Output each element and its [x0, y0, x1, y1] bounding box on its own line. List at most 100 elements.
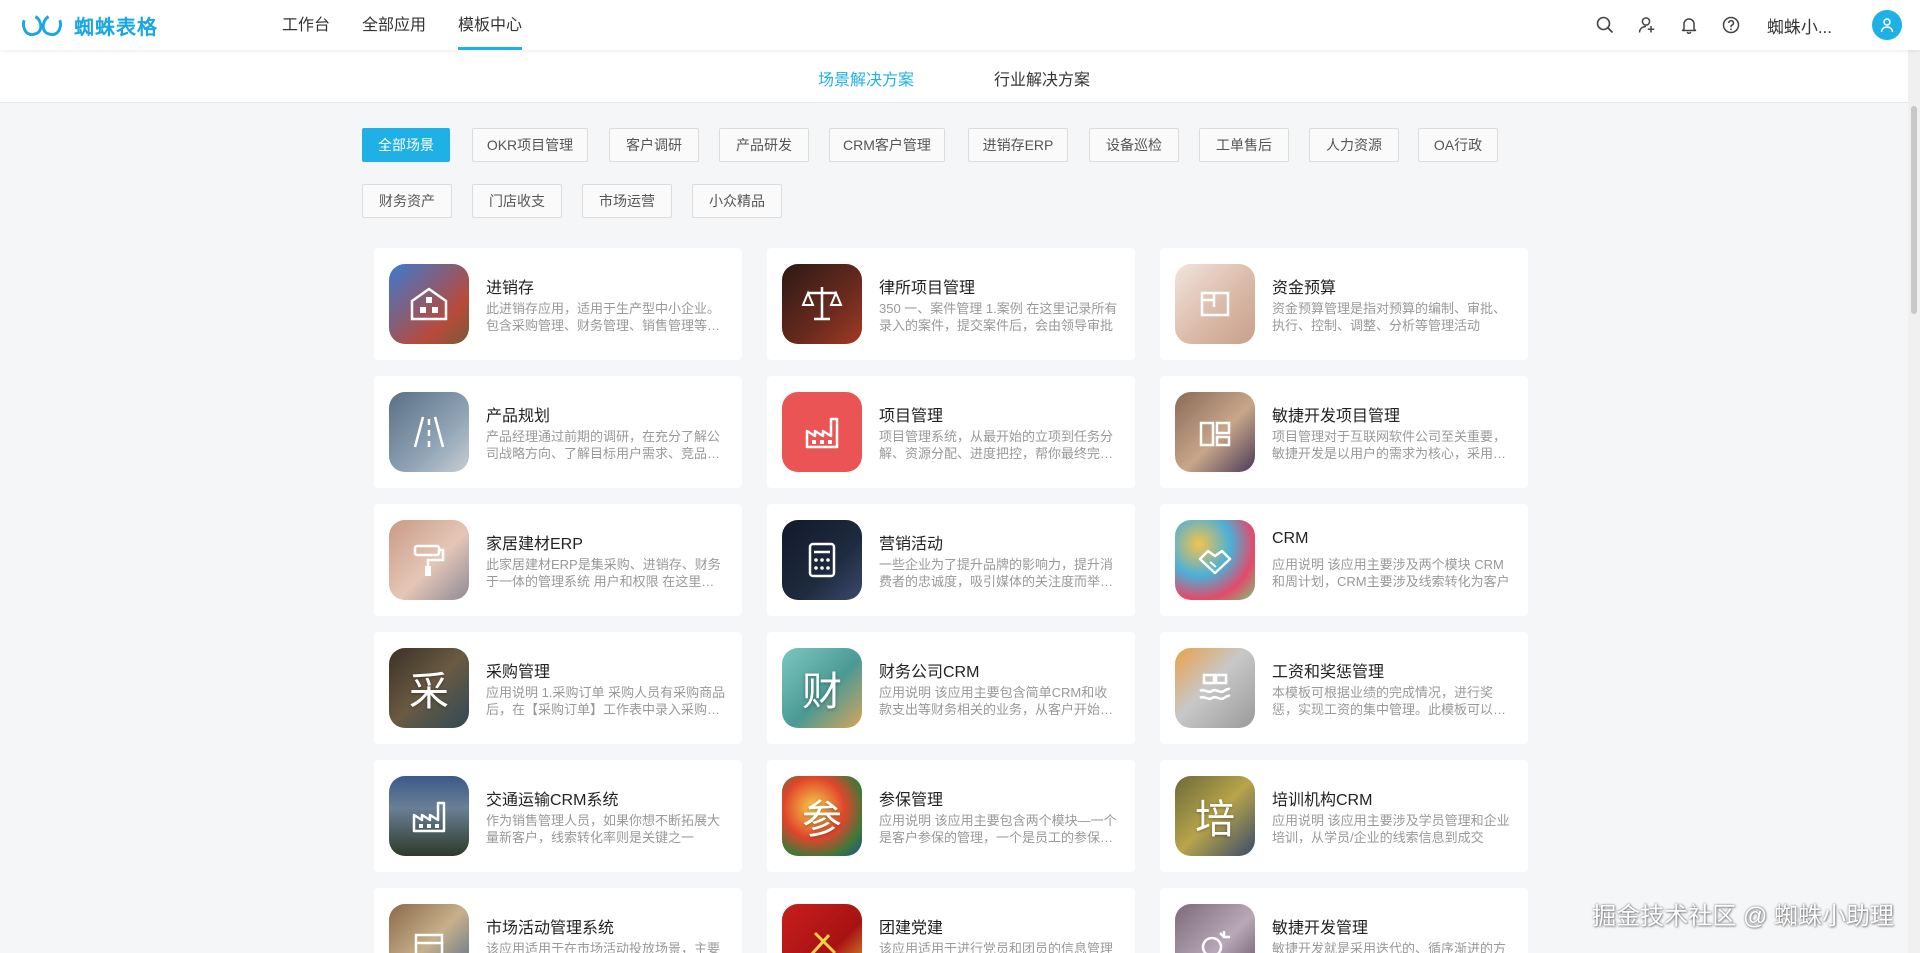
- template-description: 应用说明 该应用主要涉及学员管理和企业培训，从学员/企业的线索信息到成交: [1272, 813, 1510, 845]
- template-card[interactable]: 培 培训机构CRM 应用说明 该应用主要涉及学员管理和企业培训，从学员/企业的线…: [1160, 760, 1528, 872]
- nav-all-apps[interactable]: 全部应用: [362, 0, 426, 50]
- template-title: 敏捷开发项目管理: [1272, 408, 1401, 425]
- template-description: 敏捷开发就是采用迭代的、循序渐进的方法进行软件开发: [1272, 941, 1507, 953]
- filter-chip[interactable]: OA行政: [1418, 128, 1498, 162]
- template-description: 此家居建材ERP是集采购、进销存、财务于一体的管理系统 用户和权限 在这里管理: [486, 557, 721, 592]
- template-card[interactable]: 项目管理 项目管理系统，从最开始的立项到任务分解、资源分配、进度把控，帮你最终完…: [767, 376, 1135, 488]
- template-card[interactable]: 敏捷开发管理 敏捷开发就是采用迭代的、循序渐进的方法进行软件开发: [1160, 888, 1528, 953]
- road-icon: [389, 392, 469, 472]
- template-card[interactable]: 家居建材ERP 此家居建材ERP是集采购、进销存、财务于一体的管理系统 用户和权…: [374, 504, 742, 616]
- filter-chip[interactable]: 小众精品: [692, 184, 782, 218]
- purchase-glyph-icon: 采: [389, 648, 469, 728]
- filter-chip[interactable]: 全部场景: [362, 128, 450, 162]
- factory-icon: [782, 392, 862, 472]
- help-icon[interactable]: [1721, 15, 1741, 35]
- template-title: 工资和奖惩管理: [1272, 664, 1385, 681]
- template-description: 作为销售管理人员，如果你想不断拓展大量新客户，线索转化率则是关键之一: [486, 813, 721, 845]
- template-card[interactable]: 市场活动管理系统 该应用适用于在市场活动投放场景，主要用于管理市场活动: [374, 888, 742, 953]
- template-title: 产品规划: [486, 408, 551, 425]
- agile-dev-icon: [1175, 904, 1255, 953]
- template-title: 敏捷开发管理: [1272, 920, 1369, 937]
- filter-chip[interactable]: 产品研发: [719, 128, 809, 162]
- template-description: 该应用适用于进行党员和团员的信息管理: [879, 941, 1114, 953]
- filter-chip[interactable]: 进销存ERP: [968, 128, 1068, 162]
- template-title: 团建党建: [879, 920, 944, 937]
- username[interactable]: 蜘蛛小...: [1767, 13, 1832, 38]
- handshake-icon: [1175, 520, 1255, 600]
- template-card[interactable]: 财 财务公司CRM 应用说明 该应用主要包含简单CRM和收款支出等财务相关的业务…: [767, 632, 1135, 744]
- filter-chip[interactable]: 设备巡检: [1089, 128, 1179, 162]
- filter-chip[interactable]: 人力资源: [1309, 128, 1399, 162]
- template-title: 市场活动管理系统: [486, 920, 615, 937]
- scrollbar-thumb[interactable]: [1911, 106, 1917, 314]
- template-description: 一些企业为了提升品牌的影响力，提升消费者的忠诚度，吸引媒体的关注度而举办的活动: [879, 557, 1114, 592]
- template-card[interactable]: 营销活动 一些企业为了提升品牌的影响力，提升消费者的忠诚度，吸引媒体的关注度而举…: [767, 504, 1135, 616]
- template-description: 应用说明 该应用主要包含两个模块—一个是客户参保的管理，一个是员工的参保管理: [879, 813, 1117, 848]
- template-description: 应用说明 该应用主要涉及两个模块 CRM和周计划，CRM主要涉及线索转化为客户: [1272, 557, 1510, 589]
- market-icon: [389, 904, 469, 953]
- template-description: 产品经理通过前期的调研，在充分了解公司战略方向、了解目标用户需求、竞品情况后: [486, 429, 721, 464]
- page-scrollbar[interactable]: [1908, 50, 1920, 953]
- template-card[interactable]: 资金预算 资金预算管理是指对预算的编制、审批、执行、控制、调整、分析等管理活动: [1160, 248, 1528, 360]
- template-description: 此进销存应用，适用于生产型中小企业。包含采购管理、财务管理、销售管理等模块: [486, 301, 721, 336]
- template-card[interactable]: 交通运输CRM系统 作为销售管理人员，如果你想不断拓展大量新客户，线索转化率则是…: [374, 760, 742, 872]
- filter-chip[interactable]: 门店收支: [472, 184, 562, 218]
- logo-text: 蜘蛛表格: [74, 16, 158, 39]
- filter-chip[interactable]: 市场运营: [582, 184, 672, 218]
- template-card[interactable]: 参 参保管理 应用说明 该应用主要包含两个模块—一个是客户参保的管理，一个是员工…: [767, 760, 1135, 872]
- template-card[interactable]: 进销存 此进销存应用，适用于生产型中小企业。包含采购管理、财务管理、销售管理等模…: [374, 248, 742, 360]
- template-description: 应用说明 该应用主要包含简单CRM和收款支出等财务相关的业务，从客户开始管理: [879, 685, 1114, 720]
- agile-icon: [1175, 392, 1255, 472]
- add-user-icon[interactable]: [1637, 15, 1657, 35]
- template-card[interactable]: CRM 应用说明 该应用主要涉及两个模块 CRM和周计划，CRM主要涉及线索转化…: [1160, 504, 1528, 616]
- salary-icon: [1175, 648, 1255, 728]
- spider-logo-icon: [19, 11, 68, 39]
- template-card[interactable]: 团建党建 该应用适用于进行党员和团员的信息管理: [767, 888, 1135, 953]
- template-title: 培训机构CRM: [1272, 792, 1373, 809]
- budget-icon: [1175, 264, 1255, 344]
- template-description: 项目管理系统，从最开始的立项到任务分解、资源分配、进度把控，帮你最终完成项目: [879, 429, 1114, 464]
- bell-icon[interactable]: [1679, 15, 1699, 35]
- main-nav: 工作台 全部应用 模板中心: [282, 0, 523, 50]
- app-logo[interactable]: 蜘蛛表格: [19, 10, 158, 40]
- filter-chip[interactable]: OKR项目管理: [472, 128, 588, 162]
- nav-workbench[interactable]: 工作台: [282, 0, 330, 50]
- filter-chip[interactable]: 财务资产: [362, 184, 452, 218]
- template-card[interactable]: 产品规划 产品经理通过前期的调研，在充分了解公司战略方向、了解目标用户需求、竞品…: [374, 376, 742, 488]
- template-title: 资金预算: [1272, 280, 1337, 297]
- warehouse-icon: [389, 264, 469, 344]
- tab-industry-solutions[interactable]: 行业解决方案: [994, 66, 1090, 90]
- template-card[interactable]: 律所项目管理 350 一、案件管理 1.案例 在这里记录所有录入的案件，提交案件…: [767, 248, 1135, 360]
- template-title: 参保管理: [879, 792, 944, 809]
- paint-roller-icon: [389, 520, 469, 600]
- factory-icon: [389, 776, 469, 856]
- template-description: 350 一、案件管理 1.案例 在这里记录所有录入的案件，提交案件后，会由领导审…: [879, 301, 1118, 333]
- template-title: 律所项目管理: [879, 280, 976, 297]
- template-title: 财务公司CRM: [879, 664, 980, 681]
- user-avatar-icon[interactable]: [1872, 10, 1902, 40]
- filter-chip[interactable]: 工单售后: [1199, 128, 1289, 162]
- template-description: 资金预算管理是指对预算的编制、审批、执行、控制、调整、分析等管理活动: [1272, 301, 1507, 333]
- filter-chip[interactable]: 客户调研: [609, 128, 699, 162]
- insurance-glyph-icon: 参: [782, 776, 862, 856]
- finance-glyph-icon: 财: [782, 648, 862, 728]
- template-title: 进销存: [486, 280, 535, 297]
- search-icon[interactable]: [1595, 15, 1615, 35]
- template-title: 交通运输CRM系统: [486, 792, 619, 809]
- template-card[interactable]: 采 采购管理 应用说明 1.采购订单 采购人员有采购商品后，在【采购订单】工作表…: [374, 632, 742, 744]
- template-description: 项目管理对于互联网软件公司至关重要，敏捷开发是以用户的需求为核心，采用迭代的方式: [1272, 429, 1507, 464]
- watermark-text: 掘金技术社区 @ 蜘蛛小助理: [1592, 903, 1894, 930]
- template-title: 项目管理: [879, 408, 944, 425]
- scale-icon: [782, 264, 862, 344]
- header-actions: 蜘蛛小...: [1595, 0, 1902, 50]
- template-title: CRM: [1272, 530, 1309, 547]
- nav-template-center[interactable]: 模板中心: [458, 0, 523, 50]
- template-title: 采购管理: [486, 664, 551, 681]
- template-title: 家居建材ERP: [486, 536, 583, 553]
- tab-scene-solutions[interactable]: 场景解决方案: [818, 66, 914, 90]
- filter-chip[interactable]: CRM客户管理: [829, 128, 945, 162]
- template-title: 营销活动: [879, 536, 944, 553]
- template-card[interactable]: 敏捷开发项目管理 项目管理对于互联网软件公司至关重要，敏捷开发是以用户的需求为核…: [1160, 376, 1528, 488]
- solution-tabs: 场景解决方案 行业解决方案: [0, 50, 1908, 103]
- template-card[interactable]: 工资和奖惩管理 本模板可根据业绩的完成情况，进行奖惩，实现工资的集中管理。此模板…: [1160, 632, 1528, 744]
